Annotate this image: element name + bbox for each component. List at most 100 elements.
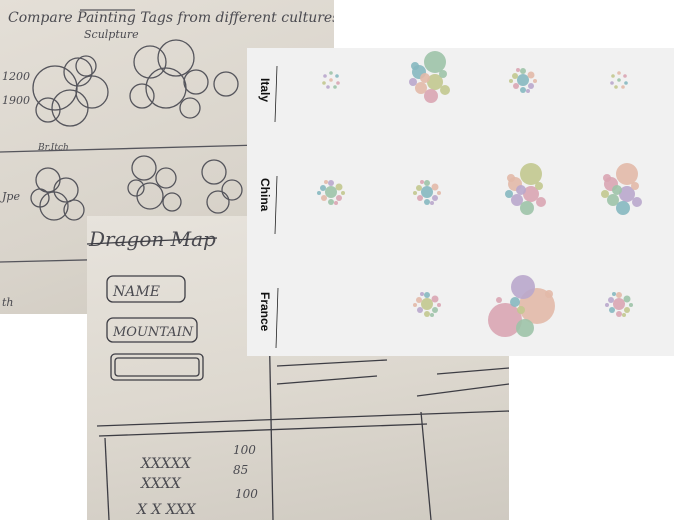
bubble-cluster xyxy=(322,71,340,89)
bubble xyxy=(326,85,330,89)
bubble xyxy=(328,180,334,186)
bubble xyxy=(509,79,513,83)
bubble xyxy=(496,297,502,303)
bubble xyxy=(516,319,534,337)
bubble xyxy=(621,85,625,89)
bubble xyxy=(420,180,424,184)
bubble xyxy=(623,74,627,78)
bubble xyxy=(335,74,339,78)
bubble xyxy=(601,190,609,198)
bubble xyxy=(336,195,342,201)
sketch-title: Compare Painting Tags from different cul… xyxy=(8,10,334,26)
bubble-cluster xyxy=(413,292,441,317)
bubble xyxy=(631,182,639,190)
bubble xyxy=(527,71,535,79)
bubble xyxy=(520,87,526,93)
bubble-cluster xyxy=(509,68,537,93)
bubble xyxy=(417,307,423,313)
bubble xyxy=(520,163,542,185)
sketch-row-label: th xyxy=(2,296,14,309)
bubble-chart-panel: Italy China France xyxy=(247,48,674,356)
bubble xyxy=(535,182,543,190)
bubble xyxy=(321,195,327,201)
bubble xyxy=(424,292,430,298)
bubble xyxy=(413,191,417,195)
bubble xyxy=(616,292,622,298)
bubble xyxy=(545,290,553,298)
bubble xyxy=(617,78,621,82)
bubble xyxy=(416,185,422,191)
bubble-cluster xyxy=(610,71,628,89)
bubble xyxy=(616,201,630,215)
bubble xyxy=(424,51,446,73)
bubble xyxy=(432,195,438,201)
bubble-cluster xyxy=(317,180,345,205)
row-labels: Italy China France xyxy=(258,65,279,349)
bubble xyxy=(526,89,530,93)
bubble xyxy=(411,62,419,70)
bubble xyxy=(605,303,609,307)
bubble xyxy=(325,186,337,198)
bubble xyxy=(516,185,526,195)
sketch-list-item: X X XXX xyxy=(136,502,197,518)
bubble xyxy=(417,195,423,201)
bubble xyxy=(424,311,430,317)
bubble xyxy=(611,74,615,78)
bubble xyxy=(616,311,622,317)
bubble xyxy=(416,297,422,303)
bubble xyxy=(624,307,630,313)
sketch-field-label: MOUNTAIN xyxy=(112,325,194,340)
bubble xyxy=(324,180,328,184)
bubble xyxy=(341,191,345,195)
bubble xyxy=(431,183,439,191)
bubble xyxy=(632,197,642,207)
bubble xyxy=(516,68,520,72)
bubble xyxy=(432,307,438,313)
bubble xyxy=(609,307,615,313)
bubble xyxy=(421,298,433,310)
bubble xyxy=(512,73,518,79)
row-label-france: France xyxy=(258,292,272,332)
bubble xyxy=(328,199,334,205)
bubble-cluster xyxy=(505,163,546,215)
bubble xyxy=(336,81,340,85)
bubble-cluster xyxy=(488,275,555,337)
bubble xyxy=(440,85,450,95)
bubble xyxy=(617,71,621,75)
bubble xyxy=(329,71,333,75)
bubble xyxy=(335,183,343,191)
bubble xyxy=(439,70,447,78)
bubble xyxy=(424,180,430,186)
bubble xyxy=(507,174,515,182)
bubble xyxy=(420,73,430,83)
bubble xyxy=(624,81,628,85)
bubble xyxy=(610,81,614,85)
bubble xyxy=(533,79,537,83)
bubble-cluster xyxy=(413,180,441,205)
bubble xyxy=(322,81,326,85)
bubble xyxy=(409,78,417,86)
bubble xyxy=(329,78,333,82)
bubble xyxy=(603,174,611,182)
bubble xyxy=(623,295,631,303)
bubble xyxy=(333,85,337,89)
sketch-list-value: 100 xyxy=(235,487,258,501)
sketch-list-item: XXXX xyxy=(140,476,182,492)
bubble xyxy=(511,275,535,299)
bubble xyxy=(536,197,546,207)
bubble xyxy=(517,74,529,86)
bubble xyxy=(413,303,417,307)
bubble-clusters xyxy=(317,51,642,337)
bubble xyxy=(430,201,434,205)
bubble xyxy=(513,83,519,89)
row-label-italy: Italy xyxy=(258,78,272,102)
sketch-field-label: NAME xyxy=(112,284,160,300)
sketch-list-item: XXXXX xyxy=(140,456,192,472)
bubble xyxy=(613,298,625,310)
sketch-row-label: 1900 xyxy=(2,94,30,107)
sketch-subtitle: Sculpture xyxy=(84,28,139,41)
bubble xyxy=(510,297,520,307)
bubble xyxy=(317,191,321,195)
bubble xyxy=(431,295,439,303)
bubble xyxy=(528,83,534,89)
